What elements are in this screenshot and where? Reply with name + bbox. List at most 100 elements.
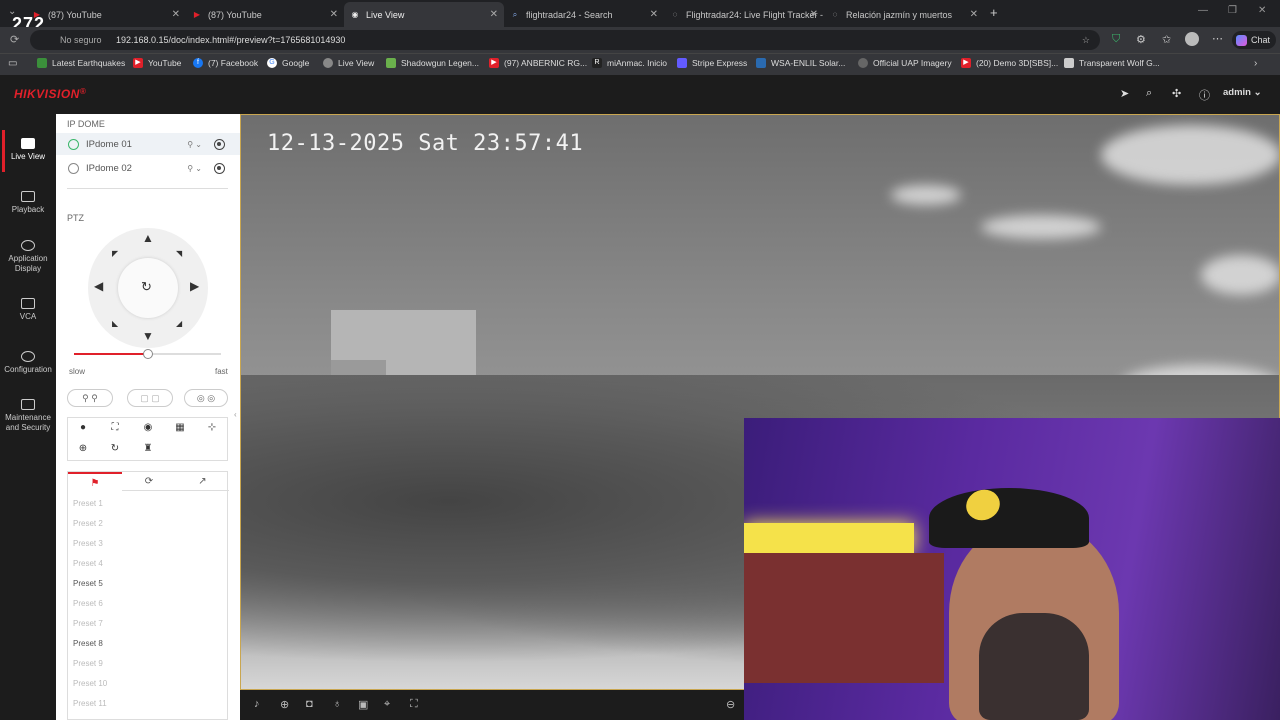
preset-item[interactable]: Preset 1	[73, 499, 103, 508]
exit-icon[interactable]: ⊖	[726, 698, 735, 711]
search-icon[interactable]: ⌕	[1146, 87, 1152, 100]
ptz-down-right-arrow[interactable]: ◢	[176, 318, 182, 330]
close-tab-icon[interactable]: ✕	[650, 9, 658, 20]
nav-configuration[interactable]: Configuration	[0, 351, 56, 375]
send-icon[interactable]: ➤	[1120, 87, 1129, 100]
favorites-icon[interactable]: ✩	[1162, 33, 1171, 46]
nav-vca[interactable]: VCA	[0, 298, 56, 322]
ptz-up-arrow[interactable]: ▲	[142, 232, 154, 244]
puzzle-icon[interactable]: ✣	[1172, 87, 1181, 100]
track-icon[interactable]: ⊹	[206, 422, 218, 433]
stream-type-dropdown[interactable]: ⚲ ⌄	[187, 140, 202, 149]
close-tab-icon[interactable]: ✕	[810, 9, 818, 20]
ptz-down-arrow[interactable]: ▼	[142, 330, 154, 342]
profile-avatar[interactable]	[1185, 32, 1199, 46]
info-icon[interactable]: ⓘ	[1199, 87, 1210, 103]
bookmark-mianmac[interactable]: RmiAnmac. Inicio	[592, 58, 667, 68]
url-omnibox[interactable]: No seguro 192.168.0.15/doc/index.html#/p…	[30, 30, 1100, 50]
restore-button[interactable]: ❐	[1228, 5, 1237, 16]
preset-item[interactable]: Preset 5	[73, 579, 103, 588]
record-icon[interactable]	[214, 162, 225, 174]
preset-item[interactable]: Preset 9	[73, 659, 103, 668]
preset-item[interactable]: Preset 3	[73, 539, 103, 548]
ptz-left-arrow[interactable]: ◀	[94, 280, 103, 292]
camera-item-ipdome-02[interactable]: IPdome 02 ⚲ ⌄	[56, 157, 240, 179]
nav-application-display[interactable]: Application Display	[0, 240, 56, 274]
focus-area-icon[interactable]: ⛶	[109, 422, 121, 433]
3d-position-icon[interactable]: ⌖	[384, 698, 390, 711]
manual-track-icon[interactable]: ♜	[142, 443, 154, 454]
camera-item-ipdome-01[interactable]: IPdome 01 ⚲ ⌄	[56, 133, 240, 155]
tab-flightradar-tracker[interactable]: ◌ Flightradar24: Live Flight Tracker - ✕	[664, 2, 824, 27]
tab-flightradar-search[interactable]: ⌕ flightradar24 - Search ✕	[504, 2, 664, 27]
focus-buttons[interactable]: ▢ ▢	[127, 389, 173, 407]
bookmark-wsa-enlil[interactable]: WSA-ENLIL Solar...	[756, 58, 845, 68]
bookmark-latest-earthquakes[interactable]: Latest Earthquakes	[37, 58, 125, 68]
preset-item[interactable]: Preset 11	[73, 699, 107, 708]
extensions-icon[interactable]: ⚙	[1136, 33, 1146, 46]
wiper-icon[interactable]: ◉	[142, 422, 154, 433]
tab-relacion[interactable]: ◌ Relación jazmín y muertos ✕	[824, 2, 984, 27]
close-tab-icon[interactable]: ✕	[490, 9, 498, 20]
fullscreen-icon[interactable]: ⛶	[410, 698, 418, 711]
minimize-button[interactable]: —	[1198, 5, 1208, 16]
tab-youtube-2[interactable]: ▶ (87) YouTube ✕	[186, 2, 344, 27]
bookmark-stripe[interactable]: Stripe Express	[677, 58, 747, 68]
record-icon[interactable]	[214, 138, 225, 150]
bookmark-google[interactable]: G Google	[267, 58, 309, 68]
sidebar-toggle-icon[interactable]: ▭	[8, 58, 17, 69]
ptz-up-left-arrow[interactable]: ◤	[112, 248, 118, 260]
snapshot-icon[interactable]: ◘	[306, 698, 313, 710]
microphone-icon[interactable]: ♁	[333, 698, 341, 710]
url-text[interactable]: 192.168.0.15/doc/index.html#/preview?t=1…	[116, 35, 345, 45]
grid-icon[interactable]: ▦	[174, 422, 186, 433]
bookmark-live-view[interactable]: Live View	[323, 58, 374, 68]
tab-patrol[interactable]: ⟳	[122, 472, 176, 491]
tab-presets[interactable]: ⚑	[68, 472, 122, 491]
ptz-up-right-arrow[interactable]: ◥	[176, 248, 182, 260]
bookmark-demo-3d[interactable]: ▶ (20) Demo 3D[SBS]...	[961, 58, 1058, 68]
nav-maintenance-security[interactable]: Maintenance and Security	[0, 399, 56, 433]
bookmark-transparent-wolf[interactable]: Transparent Wolf G...	[1064, 58, 1160, 68]
preset-item[interactable]: Preset 10	[73, 679, 107, 688]
close-window-button[interactable]: ✕	[1258, 5, 1266, 16]
shield-extension-icon[interactable]: ⛉	[1112, 33, 1120, 46]
zoom-icon[interactable]: ⊕	[280, 698, 289, 711]
more-menu-icon[interactable]: ⋯	[1212, 32, 1223, 45]
bookmark-shadowgun[interactable]: Shadowgun Legen...	[386, 58, 479, 68]
close-tab-icon[interactable]: ✕	[172, 9, 180, 20]
preset-item[interactable]: Preset 4	[73, 559, 103, 568]
nav-playback[interactable]: Playback	[0, 191, 56, 215]
speed-knob[interactable]	[142, 349, 153, 359]
tab-pattern[interactable]: ↗	[176, 472, 229, 491]
user-menu[interactable]: admin ⌄	[1223, 87, 1262, 98]
chat-button[interactable]: Chat	[1232, 31, 1276, 49]
stream-type-dropdown[interactable]: ⚲ ⌄	[187, 164, 202, 173]
tab-youtube-1[interactable]: ▶ (87) YouTube ✕	[26, 2, 186, 27]
preset-item[interactable]: Preset 2	[73, 519, 103, 528]
nav-live-view[interactable]: Live View	[0, 130, 56, 172]
not-secure-label[interactable]: No seguro	[60, 35, 102, 45]
bookmark-star-icon[interactable]: ☆	[1082, 35, 1090, 46]
record-clip-icon[interactable]: ▣	[358, 698, 368, 711]
ptz-down-left-arrow[interactable]: ◣	[112, 318, 118, 330]
ptz-direction-pad[interactable]: ▲ ▼ ◀ ▶ ◤ ◥ ◣ ◢ ↻	[88, 228, 208, 348]
new-tab-button[interactable]: +	[990, 5, 998, 20]
panel-collapse-handle[interactable]: ‹	[234, 410, 237, 419]
ptz-right-arrow[interactable]: ▶	[190, 280, 199, 292]
refresh-icon[interactable]: ↻	[109, 443, 121, 454]
iris-buttons[interactable]: ◎ ◎	[184, 389, 228, 407]
preset-item[interactable]: Preset 6	[73, 599, 103, 608]
bookmarks-overflow-icon[interactable]: ›	[1254, 58, 1257, 69]
preset-item[interactable]: Preset 7	[73, 619, 103, 628]
lens-init-icon[interactable]: ⊕	[77, 443, 89, 454]
ptz-speed-slider[interactable]	[74, 349, 221, 359]
bookmark-uap[interactable]: Official UAP Imagery	[858, 58, 952, 68]
preset-item[interactable]: Preset 8	[73, 639, 103, 648]
zoom-buttons[interactable]: ⚲ ⚲	[67, 389, 113, 407]
bookmark-youtube[interactable]: ▶ YouTube	[133, 58, 181, 68]
close-tab-icon[interactable]: ✕	[970, 9, 978, 20]
reload-icon[interactable]: ⟳	[10, 33, 19, 46]
light-icon[interactable]: ●	[77, 422, 89, 433]
close-tab-icon[interactable]: ✕	[330, 9, 338, 20]
